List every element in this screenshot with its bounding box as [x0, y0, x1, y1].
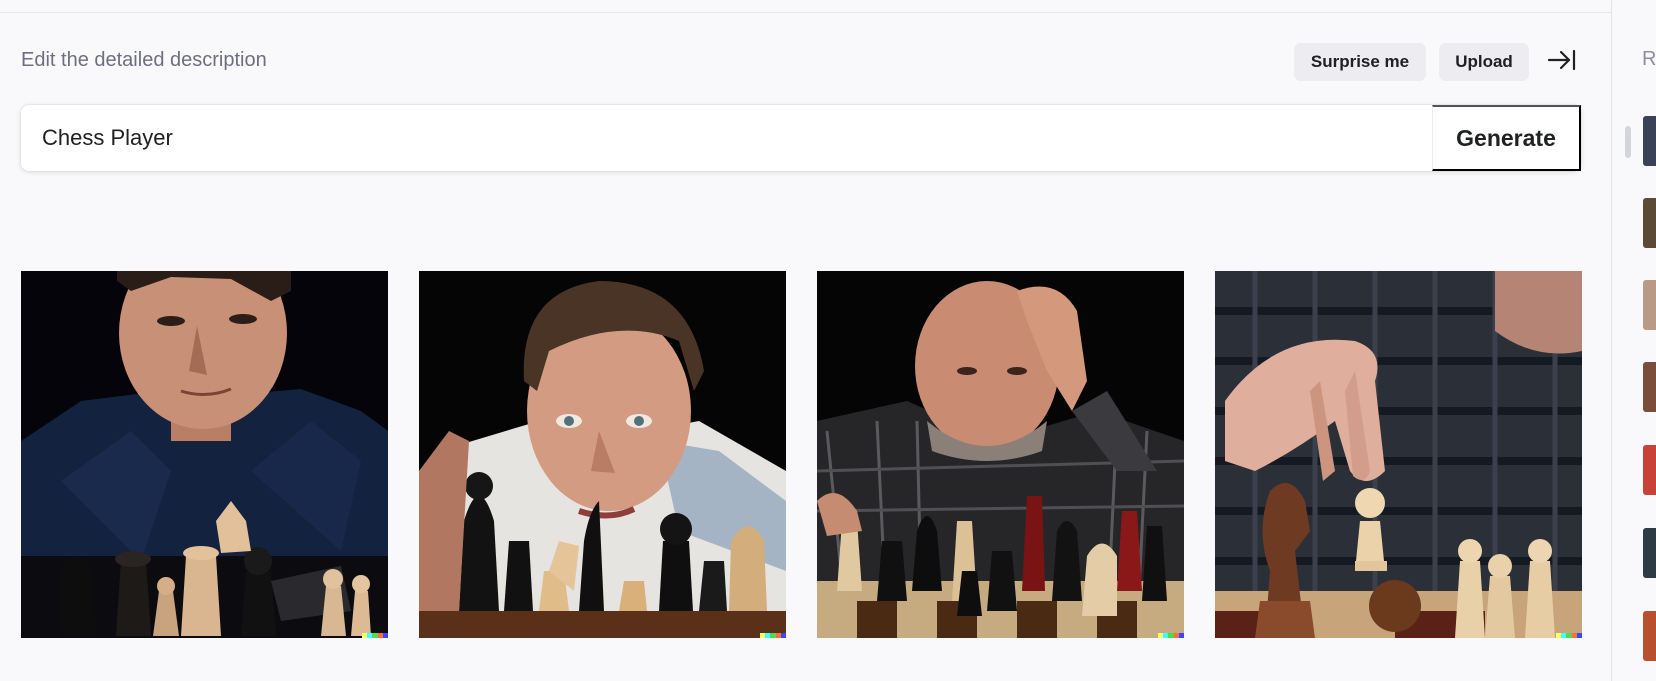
surprise-me-button[interactable]: Surprise me	[1294, 43, 1426, 81]
prompt-bar: Chess Player Generate	[21, 105, 1581, 171]
history-thumbnail[interactable]	[1643, 445, 1656, 495]
collapse-panel-button[interactable]	[1546, 48, 1578, 76]
history-scrollbar[interactable]	[1625, 126, 1631, 158]
history-panel-title: R	[1642, 48, 1656, 70]
signature-strip	[362, 633, 388, 638]
history-thumbnail[interactable]	[1643, 528, 1656, 578]
results-grid	[21, 271, 1582, 638]
editor-main: Edit the detailed description Surprise m…	[0, 0, 1611, 681]
result-image-2[interactable]	[419, 271, 786, 638]
upload-button[interactable]: Upload	[1439, 43, 1529, 81]
history-thumbnail[interactable]	[1643, 611, 1656, 661]
history-thumbnail[interactable]	[1643, 362, 1656, 412]
signature-strip	[1158, 633, 1184, 638]
arrow-right-to-bar-icon	[1547, 49, 1577, 76]
history-thumbnail[interactable]	[1643, 198, 1656, 248]
signature-strip	[760, 633, 786, 638]
history-thumbnail[interactable]	[1643, 280, 1656, 330]
result-image-3[interactable]	[817, 271, 1184, 638]
signature-strip	[1556, 633, 1582, 638]
description-label: Edit the detailed description	[21, 49, 267, 71]
result-image-4[interactable]	[1215, 271, 1582, 638]
history-panel: R	[1611, 0, 1656, 681]
history-thumbnail[interactable]	[1643, 116, 1656, 166]
prompt-input[interactable]: Chess Player	[21, 105, 1432, 171]
result-image-1[interactable]	[21, 271, 388, 638]
generate-button[interactable]: Generate	[1432, 105, 1581, 171]
